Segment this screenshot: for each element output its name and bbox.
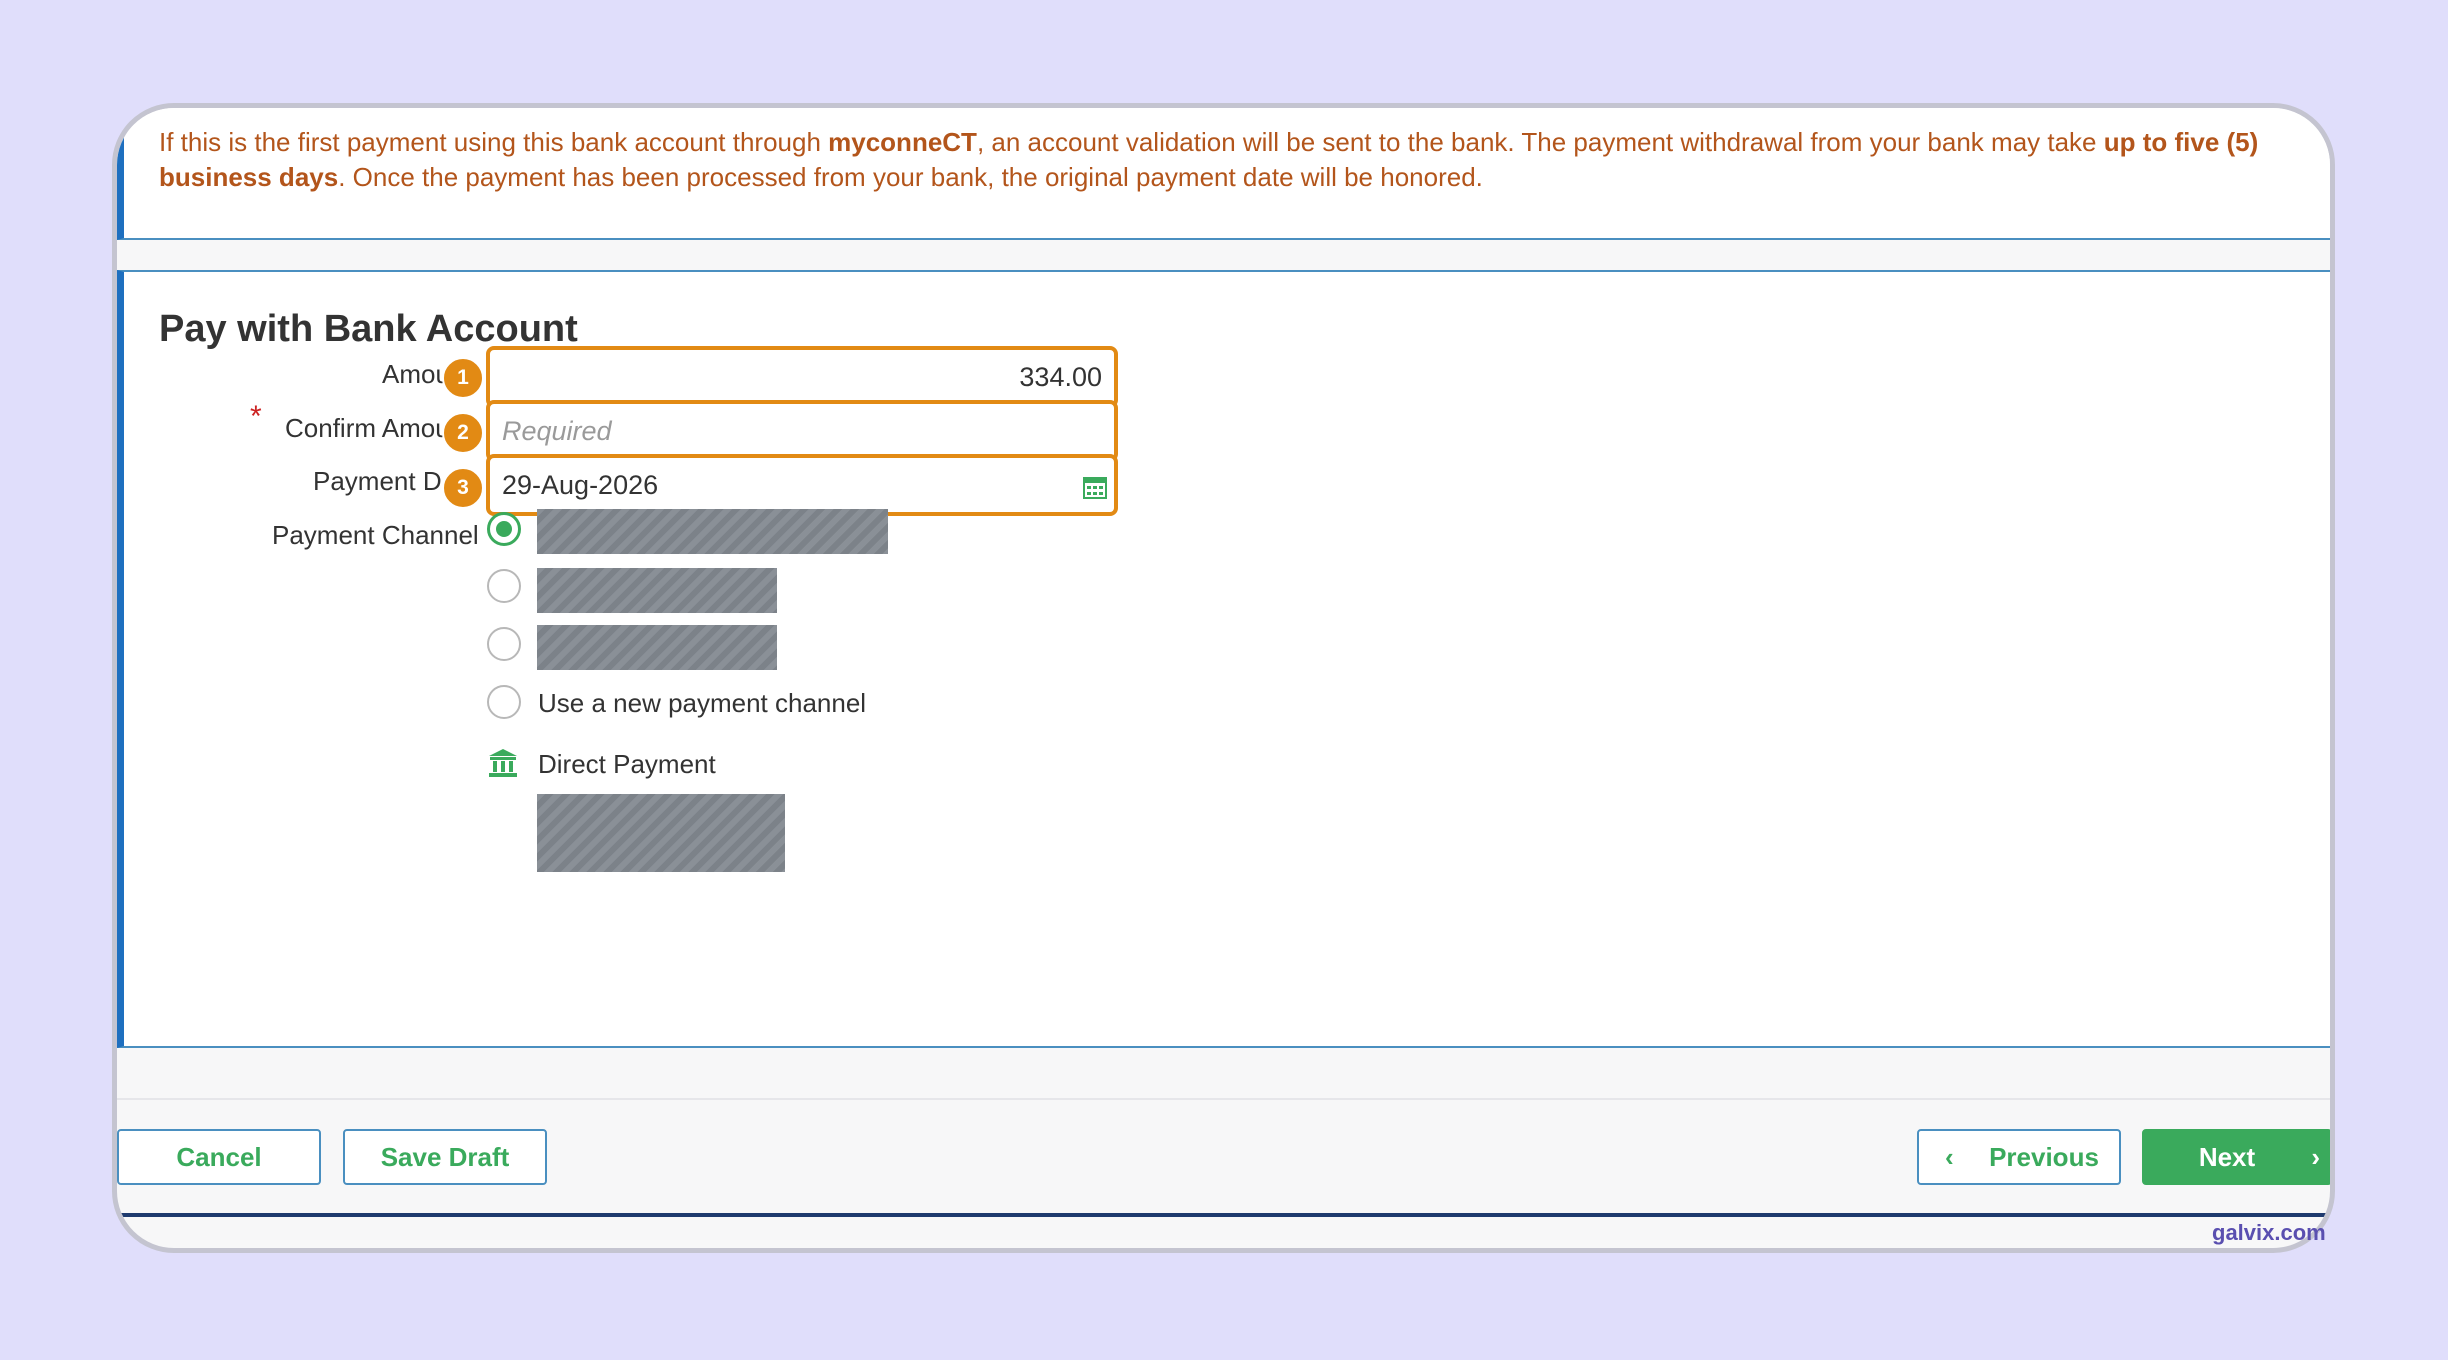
payment-date-label: Payment D [313, 466, 442, 496]
step-badge-3: 3 [442, 467, 484, 509]
notice-text-1: If this is the first payment using this … [159, 127, 829, 157]
confirm-amount-placeholder: Required [502, 415, 612, 446]
payment-date-input[interactable]: 29-Aug-2026 [486, 454, 1118, 516]
cancel-button[interactable]: Cancel [117, 1129, 321, 1185]
chevron-right-icon: › [2311, 1141, 2320, 1172]
notice-text-3: . Once the payment has been processed fr… [338, 162, 1483, 192]
chevron-left-icon: ‹ [1945, 1141, 1954, 1172]
payment-channel-radio-2[interactable] [487, 569, 521, 603]
required-indicator: * [250, 400, 262, 433]
next-label: Next [2198, 1141, 2256, 1172]
redacted-channel-2 [537, 568, 777, 613]
payment-channel-radio-1[interactable] [487, 512, 521, 546]
previous-label: Previous [1989, 1141, 2099, 1172]
new-payment-channel-label: Use a new payment channel [538, 688, 867, 718]
confirm-amount-label: Confirm Amou [285, 413, 450, 443]
new-payment-channel-radio[interactable] [487, 685, 521, 719]
page-title: Pay with Bank Account [159, 308, 578, 350]
redacted-direct-payment [537, 794, 785, 872]
save-draft-button[interactable]: Save Draft [343, 1129, 547, 1185]
save-draft-label: Save Draft [380, 1141, 510, 1172]
app-window: If this is the first payment using this … [112, 103, 2335, 1253]
payment-date-value: 29-Aug-2026 [502, 469, 659, 500]
bottom-divider [117, 1213, 2330, 1217]
payment-channel-label: Payment Channel [272, 520, 479, 550]
direct-payment-label: Direct Payment [538, 749, 716, 779]
payment-channel-radio-3[interactable] [487, 627, 521, 661]
notice-text-2: , an account validation will be sent to … [976, 127, 2104, 157]
watermark: galvix.com [2212, 1220, 2326, 1245]
step-badge-1: 1 [442, 357, 484, 399]
confirm-amount-input[interactable]: Required [486, 400, 1118, 462]
calendar-icon[interactable] [1082, 474, 1108, 500]
previous-button[interactable]: ‹ Previous [1917, 1129, 2121, 1185]
amount-input[interactable]: 334.00 [486, 346, 1118, 408]
step-badge-2: 2 [442, 412, 484, 454]
footer-actions: Cancel Save Draft ‹ Previous Next › [117, 1098, 2330, 1220]
pay-with-bank-panel: Pay with Bank Account Amou 334.00 1 * Co… [117, 270, 2330, 1048]
redacted-channel-1 [537, 509, 888, 554]
next-button[interactable]: Next › [2142, 1129, 2330, 1185]
bank-validation-notice: If this is the first payment using this … [117, 108, 2330, 240]
amount-value: 334.00 [1019, 361, 1102, 392]
amount-label: Amou [382, 359, 450, 389]
bank-icon [489, 749, 517, 777]
redacted-channel-3 [537, 625, 777, 670]
notice-brand: myconneCT [828, 127, 977, 157]
cancel-label: Cancel [176, 1141, 262, 1172]
